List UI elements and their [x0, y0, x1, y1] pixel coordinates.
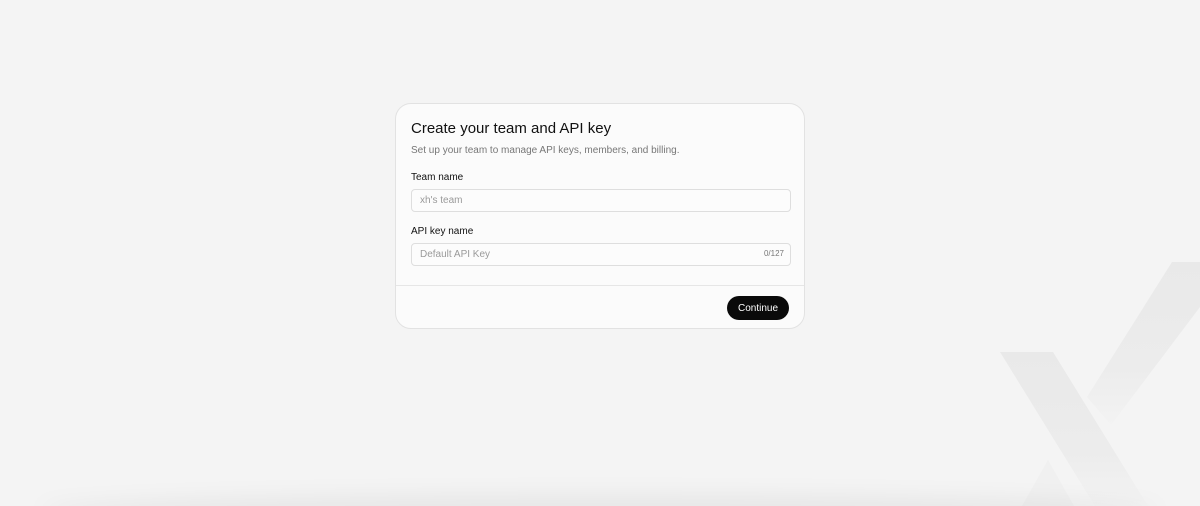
page-background: Create your team and API key Set up your… — [0, 0, 1200, 506]
card-footer-divider — [396, 285, 804, 286]
card-body: Create your team and API key Set up your… — [396, 104, 804, 266]
api-key-name-input[interactable] — [412, 244, 790, 265]
api-key-name-label: API key name — [411, 226, 474, 237]
card-title: Create your team and API key — [411, 120, 612, 137]
team-name-label: Team name — [411, 172, 464, 183]
continue-button[interactable]: Continue — [727, 296, 789, 320]
api-key-name-field[interactable]: 0/127 — [411, 243, 791, 266]
x-logo-watermark-icon — [1000, 262, 1200, 506]
team-name-field[interactable] — [411, 189, 791, 212]
team-name-input[interactable] — [412, 190, 790, 211]
card-subtitle: Set up your team to manage API keys, mem… — [411, 145, 680, 156]
create-team-card: Create your team and API key Set up your… — [395, 103, 805, 329]
character-counter: 0/127 — [763, 249, 784, 258]
